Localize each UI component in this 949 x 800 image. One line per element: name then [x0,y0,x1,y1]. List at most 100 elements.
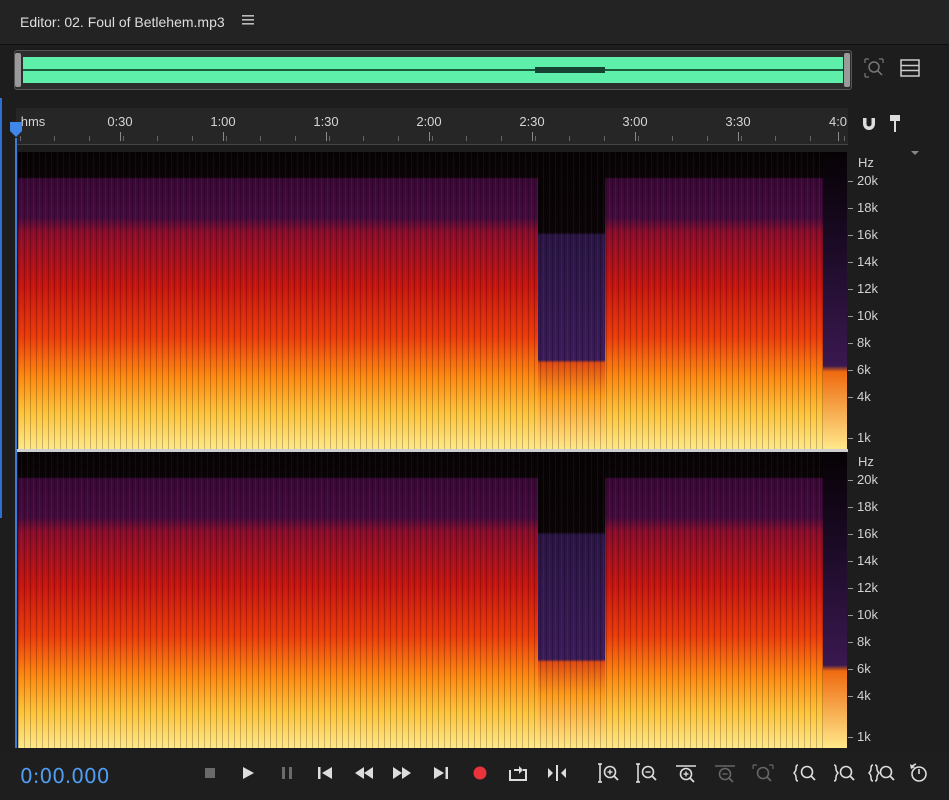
freq-tick [848,588,853,589]
major-tick [326,132,327,141]
freq-label: 10k [857,308,878,323]
playhead-line [15,138,17,748]
freq-tick [848,737,853,738]
freq-label: 20k [857,472,878,487]
minor-tick [123,136,124,141]
chevron-down-icon[interactable] [910,144,920,155]
freq-label: 16k [857,227,878,242]
overview-right-handle[interactable] [844,53,850,87]
spectrogram-channel-right[interactable] [18,452,847,748]
freq-tick [848,669,853,670]
time-ruler-label: 4:0 [828,114,848,129]
freq-label: 14k [857,553,878,568]
freq-label: 16k [857,526,878,541]
editor-title: Editor: 02. Foul of Betlehem.mp3 [20,14,225,30]
minor-tick [295,136,296,141]
minor-tick [775,136,776,141]
freq-tick [848,397,853,398]
freq-label: 18k [857,200,878,215]
minor-tick [844,136,845,141]
freq-tick [848,561,853,562]
frequency-scale-right: Hz 20k 18k 16k 14k 12k 10k 8k 6k 4k 1k [848,452,948,748]
freq-tick [848,507,853,508]
time-ruler-label: 1:30 [313,114,339,129]
minor-tick [535,136,536,141]
minor-tick [604,136,605,141]
minor-tick [466,136,467,141]
major-tick [429,132,430,141]
major-tick [635,132,636,141]
rows-icon[interactable] [899,57,921,79]
rewind-icon[interactable] [352,762,376,784]
time-ruler-label: 3:30 [725,114,751,129]
zoom-selection-icon[interactable] [867,762,895,784]
minor-tick [432,136,433,141]
freq-label: 12k [857,580,878,595]
minor-tick [672,136,673,141]
frequency-unit: Hz [858,155,874,170]
frequency-unit: Hz [858,454,874,469]
freq-label: 18k [857,499,878,514]
skip-to-end-icon[interactable] [429,762,453,784]
freq-tick [848,235,853,236]
zoom-in-left-icon[interactable] [792,762,817,784]
skip-to-start-icon[interactable] [313,762,337,784]
time-ruler[interactable]: hms 0:30 1:00 1:30 2:00 2:30 3:00 3:30 4… [16,108,848,145]
zoom-out-time-icon[interactable] [713,762,737,784]
minor-tick [569,136,570,141]
overview-navigator[interactable] [14,50,852,90]
freq-tick [848,208,853,209]
freq-label: 4k [857,688,871,703]
panel-focus-edge [0,98,2,518]
zoom-out-amplitude-icon[interactable] [635,762,659,784]
time-ruler-label: hms [20,114,46,129]
freq-tick [848,289,853,290]
freq-tick [848,480,853,481]
zoom-in-right-icon[interactable] [832,762,856,784]
freq-label: 1k [857,430,871,445]
freq-tick [848,262,853,263]
minor-tick [89,136,90,141]
zoom-in-time-icon[interactable] [674,762,698,784]
freq-tick [848,696,853,697]
zoom-out-full-icon[interactable] [751,762,775,784]
play-icon[interactable] [236,762,260,784]
major-tick [532,132,533,141]
freq-tick [848,370,853,371]
freq-tick [848,534,853,535]
freq-label: 6k [857,362,871,377]
time-ruler-label: 2:00 [416,114,442,129]
overview-left-handle[interactable] [15,53,21,87]
loop-icon[interactable] [506,762,530,784]
minor-tick [329,136,330,141]
playhead-handle[interactable] [9,122,23,138]
zoom-reset-icon[interactable] [907,762,931,784]
minor-tick [192,136,193,141]
zoom-selection-icon[interactable] [863,57,885,79]
zoom-in-amplitude-icon[interactable] [597,762,621,784]
freq-label: 4k [857,389,871,404]
freq-label: 8k [857,335,871,350]
frequency-scale-left: Hz 20k 18k 16k 14k 12k 10k 8k 6k 4k 1k [848,152,948,449]
minor-tick [363,136,364,141]
magnet-icon[interactable] [859,114,879,134]
hamburger-icon[interactable] [241,13,255,27]
current-time-display[interactable]: 0:00.000 [20,764,109,788]
freq-label: 6k [857,661,871,676]
overview-waveform-quiet-section [535,67,605,73]
marker-pin-icon[interactable] [887,113,905,135]
stop-icon[interactable] [198,762,222,784]
freq-label: 20k [857,173,878,188]
skip-selection-icon[interactable] [545,762,569,784]
fast-forward-icon[interactable] [390,762,414,784]
pause-icon[interactable] [275,762,299,784]
freq-label: 14k [857,254,878,269]
spectrogram-channel-left[interactable] [18,152,847,449]
minor-tick [707,136,708,141]
major-tick [120,132,121,141]
record-icon[interactable] [468,762,492,784]
time-ruler-label: 3:00 [622,114,648,129]
channel-resize-grip[interactable] [463,144,495,156]
freq-tick [848,316,853,317]
time-ruler-label: 0:30 [107,114,133,129]
